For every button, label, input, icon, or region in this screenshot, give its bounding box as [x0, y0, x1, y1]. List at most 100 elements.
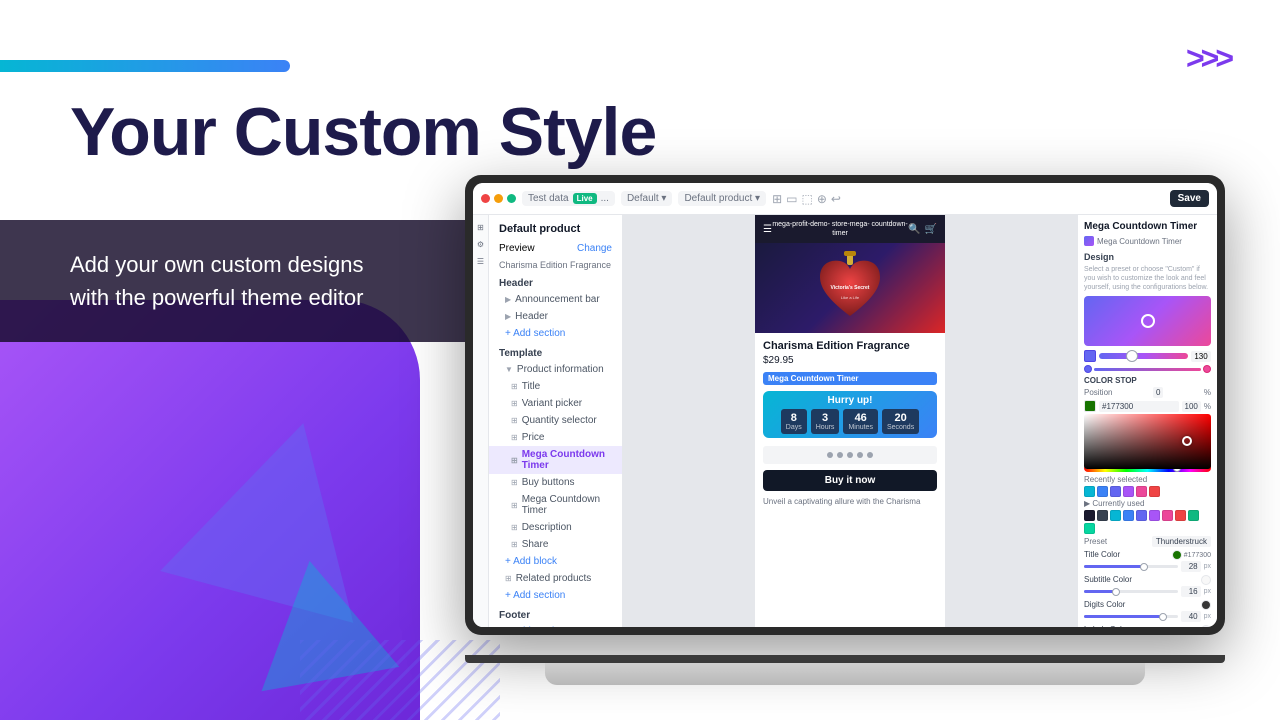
default-product-segment[interactable]: Default product ▾ — [678, 191, 766, 206]
sidebar-nav-icon-3[interactable]: ☰ — [477, 257, 484, 266]
position-input[interactable]: 0 — [1153, 387, 1163, 398]
mobile-icon[interactable]: ▭ — [786, 192, 797, 206]
used-swatch-5[interactable] — [1136, 510, 1147, 521]
timer-days: 8 Days — [781, 409, 807, 434]
maximize-dot[interactable] — [507, 194, 516, 203]
page-title: Your Custom Style — [70, 95, 656, 170]
title-size-thumb[interactable] — [1140, 563, 1148, 571]
test-data-segment[interactable]: Test data Live ... — [522, 191, 615, 206]
swatch-purple[interactable] — [1123, 486, 1134, 497]
gradient-preview[interactable] — [1084, 296, 1211, 346]
window-controls — [481, 194, 516, 203]
used-swatch-1[interactable] — [1084, 510, 1095, 521]
title-size-track[interactable] — [1084, 565, 1178, 568]
title-color-dot[interactable] — [1172, 550, 1182, 560]
color-hex-input[interactable]: #177300 — [1099, 401, 1179, 412]
sidebar-item-countdown-2[interactable]: ⊞Mega Countdown Timer — [489, 491, 622, 519]
recently-selected-swatches — [1084, 486, 1211, 497]
svg-text:Like a Life: Like a Life — [841, 295, 860, 300]
gradient-circle — [1141, 314, 1155, 328]
add-section-btn-2[interactable]: + Add section — [489, 587, 622, 604]
live-badge: Live — [573, 193, 597, 204]
used-swatch-8[interactable] — [1175, 510, 1186, 521]
change-link[interactable]: Change — [577, 243, 612, 254]
gradient-thumb[interactable] — [1126, 350, 1138, 362]
digits-size-thumb[interactable] — [1159, 613, 1167, 621]
color-stop-swatch[interactable] — [1084, 350, 1096, 362]
color-dot-2[interactable] — [1203, 365, 1211, 373]
save-button[interactable]: Save — [1170, 190, 1209, 207]
buy-now-button[interactable]: Buy it now — [763, 470, 937, 491]
sidebar-item-desc[interactable]: ⊞Description — [489, 519, 622, 536]
design-label: Design — [1084, 252, 1211, 262]
sidebar-nav-icon-2[interactable]: ⚙ — [477, 240, 484, 249]
digits-color-row: Digits Color 40 — [1084, 600, 1211, 622]
digits-color-dot[interactable] — [1201, 600, 1211, 610]
close-dot[interactable] — [481, 194, 490, 203]
laptop-container: Test data Live ... Default ▾ Default pro… — [465, 175, 1225, 685]
editor-center: ☰ mega-profit-demo- store-mega- countdow… — [623, 215, 1077, 627]
labels-color-row: Labels Color 14 — [1084, 625, 1211, 627]
sidebar-item-countdown[interactable]: ⊞Mega Countdown Timer — [489, 446, 622, 474]
color-swatch[interactable] — [1084, 400, 1096, 412]
used-swatch-4[interactable] — [1123, 510, 1134, 521]
sidebar-item-quantity[interactable]: ⊞Quantity selector — [489, 412, 622, 429]
gradient-value: 130 — [1191, 351, 1211, 362]
used-swatch-9[interactable] — [1188, 510, 1199, 521]
color-pct-input[interactable]: 100 — [1182, 401, 1201, 412]
title-color-row: Title Color #177300 — [1084, 550, 1211, 572]
swatch-cyan[interactable] — [1084, 486, 1095, 497]
sidebar-item-related[interactable]: ⊞Related products — [489, 570, 622, 587]
footer-section-label: Footer — [489, 604, 622, 623]
countdown-label-badge: Mega Countdown Timer — [763, 372, 937, 385]
used-swatch-7[interactable] — [1162, 510, 1173, 521]
swatch-indigo[interactable] — [1110, 486, 1121, 497]
color-dot-1[interactable] — [1084, 365, 1092, 373]
undo-icon[interactable]: ↩ — [831, 192, 841, 206]
share-bar[interactable] — [763, 446, 937, 464]
sidebar-item-share[interactable]: ⊞Share — [489, 536, 622, 553]
swatch-blue[interactable] — [1097, 486, 1108, 497]
subtitle-color-dot[interactable] — [1201, 575, 1211, 585]
sidebar-item-price[interactable]: ⊞Price — [489, 429, 622, 446]
gradient-bar[interactable] — [1099, 353, 1188, 359]
minimize-dot[interactable] — [494, 194, 503, 203]
gradient-slider-row: 130 — [1084, 350, 1211, 362]
editor-main: ⊞ ⚙ ☰ Default product Preview Change Cha… — [473, 215, 1217, 627]
sidebar-item-product-info[interactable]: ▼Product information — [489, 361, 622, 378]
used-swatch-6[interactable] — [1149, 510, 1160, 521]
sidebar-item-buy[interactable]: ⊞Buy buttons — [489, 474, 622, 491]
desktop-icon[interactable]: ⬚ — [801, 192, 812, 206]
digits-size-track[interactable] — [1084, 615, 1178, 618]
zoom-icon[interactable]: ⊕ — [817, 192, 827, 206]
add-section-btn-3[interactable]: + Add section — [489, 623, 622, 627]
swatch-red[interactable] — [1149, 486, 1160, 497]
sidebar-item-title[interactable]: ⊞Title — [489, 378, 622, 395]
product-name: Charisma Edition Fragrance — [763, 339, 937, 353]
sidebar-item-announcement[interactable]: ▶Announcement bar — [489, 291, 622, 308]
hamburger-icon[interactable]: ☰ — [763, 224, 772, 235]
currently-used-swatches — [1084, 510, 1211, 534]
swatch-pink[interactable] — [1136, 486, 1147, 497]
sidebar-nav-icon-1[interactable]: ⊞ — [477, 223, 484, 232]
search-icon[interactable]: 🔍 — [908, 224, 920, 235]
laptop-screen: Test data Live ... Default ▾ Default pro… — [473, 183, 1217, 627]
more-icon[interactable]: ... — [601, 193, 609, 204]
add-block-btn[interactable]: + Add block — [489, 553, 622, 570]
sidebar-item-header[interactable]: ▶Header — [489, 308, 622, 325]
product-preview: ☰ mega-profit-demo- store-mega- countdow… — [755, 215, 945, 627]
used-swatch-2[interactable] — [1097, 510, 1108, 521]
subtitle-size-thumb[interactable] — [1112, 588, 1120, 596]
view-icon[interactable]: ⊞ — [772, 192, 782, 206]
labels-color-dot[interactable] — [1201, 625, 1211, 627]
default-segment[interactable]: Default ▾ — [621, 191, 672, 206]
used-swatch-3[interactable] — [1110, 510, 1121, 521]
cart-icon[interactable]: 🛒 — [925, 224, 937, 235]
design-desc: Select a preset or choose "Custom" if yo… — [1084, 265, 1211, 292]
used-swatch-10[interactable] — [1084, 523, 1095, 534]
sidebar-item-variant[interactable]: ⊞Variant picker — [489, 395, 622, 412]
subtitle-size-track[interactable] — [1084, 590, 1178, 593]
color-picker-area[interactable] — [1084, 414, 1211, 469]
preset-dropdown[interactable]: Thunderstruck — [1152, 536, 1211, 547]
add-section-btn-1[interactable]: + Add section — [489, 325, 622, 342]
